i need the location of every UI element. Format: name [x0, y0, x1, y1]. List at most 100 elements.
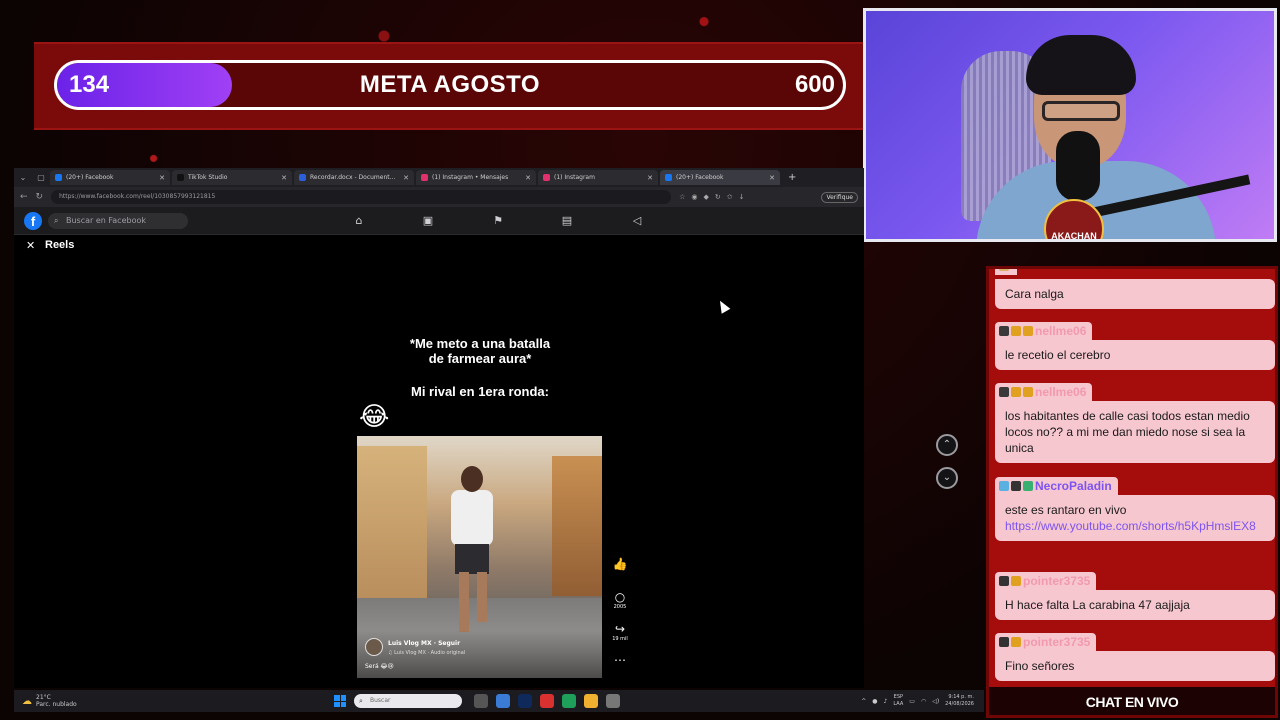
language-bottom: LAA	[893, 701, 904, 707]
chat-message: H hace falta La carabina 47 aajjaja	[995, 590, 1275, 620]
close-icon[interactable]: ✕	[159, 174, 165, 182]
close-icon[interactable]: ✕	[281, 174, 287, 182]
browser-tab[interactable]: (1) Instagram ✕	[538, 170, 658, 185]
caption-line: *Me meto a una batalla	[409, 336, 551, 351]
video-audio[interactable]: ♫ Luis Vlog MX · Audio original	[388, 650, 465, 656]
language-indicator[interactable]: ESP LAA	[893, 694, 903, 708]
facebook-icon	[665, 174, 672, 181]
search-icon: ⌕	[54, 216, 59, 225]
search-placeholder: Buscar en Facebook	[66, 216, 146, 225]
previous-reel-button[interactable]: ⌃	[936, 434, 958, 456]
facebook-icon	[55, 174, 62, 181]
verify-button[interactable]: Verifique	[821, 191, 858, 203]
badge-icon	[999, 269, 1009, 271]
badge-icon	[1011, 576, 1021, 586]
taskbar-search-input[interactable]: ⌕ Buscar	[354, 694, 462, 708]
new-tab-icon[interactable]: +	[788, 172, 796, 183]
facebook-search-input[interactable]: ⌕ Buscar en Facebook	[48, 213, 188, 229]
tab-list-icon[interactable]: ⌄	[14, 173, 32, 182]
extension-icon[interactable]: ◉	[691, 193, 697, 201]
comment-button[interactable]: ○ 2005	[612, 590, 628, 610]
close-icon[interactable]: ✕	[647, 174, 653, 182]
close-icon[interactable]: ✕	[403, 174, 409, 182]
chat-username: pointer3735	[995, 633, 1097, 651]
badge-icon	[999, 576, 1009, 586]
flag-icon[interactable]: ⚑	[491, 214, 505, 228]
badge-icon	[1023, 326, 1033, 336]
share-count: 19 mil	[612, 636, 628, 642]
clock[interactable]: 9:14 p. m. 24/08/2026	[945, 694, 974, 708]
edge-icon[interactable]	[562, 694, 576, 708]
close-icon[interactable]: ✕	[525, 174, 531, 182]
video-icon[interactable]: ▣	[421, 214, 435, 228]
browser-window: ⌄ ▢ (20+) Facebook ✕ TikTok Studio ✕ Rec…	[14, 168, 864, 688]
display-icon[interactable]: ▭	[909, 698, 915, 705]
browser-tab[interactable]: (1) Instagram • Mensajes ✕	[416, 170, 536, 185]
browser-tab[interactable]: Recordar.docx - Documentos de ✕	[294, 170, 414, 185]
chat-message-link[interactable]: https://www.youtube.com/shorts/h5KpHmslE…	[1005, 518, 1265, 534]
more-options-button[interactable]: ⋯	[612, 653, 628, 667]
chat-message: los habitantes de calle casi todos estan…	[995, 401, 1275, 463]
author-avatar[interactable]	[365, 638, 383, 656]
close-icon[interactable]: ✕	[769, 174, 775, 182]
goal-title: META AGOSTO	[359, 71, 541, 98]
chat-username	[995, 269, 1017, 275]
photoshop-icon[interactable]	[518, 694, 532, 708]
tab-label: (1) Instagram • Mensajes	[432, 174, 509, 181]
next-reel-button[interactable]: ⌄	[936, 467, 958, 489]
facebook-header: f ⌕ Buscar en Facebook ⌂ ▣ ⚑ ▤ ◁	[14, 207, 864, 235]
file-explorer-icon[interactable]	[584, 694, 598, 708]
browser-tab-active[interactable]: (20+) Facebook ✕	[660, 170, 780, 185]
goal-target-value: 600	[794, 71, 835, 98]
download-icon[interactable]: ↓	[739, 193, 745, 201]
task-view-icon[interactable]	[474, 694, 488, 708]
video-author[interactable]: Luis Vlog MX · Seguir	[388, 640, 460, 647]
chat-message: este es rantaro en vivo https://www.yout…	[995, 495, 1275, 541]
mic-icon[interactable]: ♪	[884, 698, 888, 705]
share-icon: ↪	[614, 622, 626, 636]
settings-icon[interactable]	[606, 694, 620, 708]
chevron-up-icon[interactable]: ^	[861, 698, 866, 705]
volume-icon[interactable]: ◁)	[932, 698, 939, 705]
thumbs-up-icon: 👍	[612, 557, 628, 571]
search-icon: ⌕	[359, 697, 363, 705]
home-icon[interactable]: ⌂	[352, 214, 366, 228]
extension-icons: ☆ ◉ ◆ ↻ ✩ ↓	[679, 193, 744, 201]
share-button[interactable]: ↪ 19 mil	[612, 622, 628, 642]
chat-username: NecroPaladin	[995, 477, 1118, 495]
obs-icon[interactable]: ●	[872, 698, 877, 705]
reel-video[interactable]: Luis Vlog MX · Seguir ♫ Luis Vlog MX · A…	[357, 436, 602, 678]
windows-start-icon[interactable]	[334, 695, 346, 707]
weather-description: Parc. nublado	[36, 701, 77, 708]
webcam-streamer-glasses	[1042, 101, 1120, 121]
badge-icon	[1011, 637, 1021, 647]
more-icon: ⋯	[614, 653, 626, 667]
app-icon[interactable]	[496, 694, 510, 708]
star-icon[interactable]: ☆	[679, 193, 685, 201]
instagram-icon	[421, 174, 428, 181]
marketplace-icon[interactable]: ▤	[560, 214, 574, 228]
video-building	[552, 456, 602, 596]
clock-time: 9:14 p. m.	[948, 694, 974, 700]
close-icon[interactable]: ✕	[26, 239, 35, 252]
megaphone-icon[interactable]: ◁	[630, 214, 644, 228]
browser-tabbar: ⌄ ▢ (20+) Facebook ✕ TikTok Studio ✕ Rec…	[14, 168, 864, 187]
like-button[interactable]: 👍	[612, 557, 628, 571]
reload-icon[interactable]: ↻	[36, 192, 44, 202]
refresh-icon[interactable]: ↻	[715, 193, 721, 201]
browser-tab[interactable]: TikTok Studio ✕	[172, 170, 292, 185]
tab-actions-icon[interactable]: ▢	[32, 173, 50, 182]
url-field[interactable]: https://www.facebook.com/reel/1030857993…	[51, 190, 672, 204]
favorites-icon[interactable]: ✩	[727, 193, 733, 201]
chat-messages: Cara nalga nellme06 le recetio el cerebr…	[989, 269, 1275, 687]
facebook-logo-icon[interactable]: f	[24, 212, 42, 230]
laughing-emoji: 😂	[359, 402, 390, 432]
extension-icon[interactable]: ◆	[703, 193, 708, 201]
app-icon[interactable]	[540, 694, 554, 708]
back-icon[interactable]: ←	[20, 192, 28, 202]
language-top: ESP	[893, 694, 904, 700]
wifi-icon[interactable]: ◠	[921, 698, 926, 705]
browser-address-bar: ← ↻ https://www.facebook.com/reel/103085…	[14, 187, 864, 207]
browser-tab[interactable]: (20+) Facebook ✕	[50, 170, 170, 185]
weather-widget[interactable]: ☁ 21°C Parc. nublado	[14, 694, 334, 708]
